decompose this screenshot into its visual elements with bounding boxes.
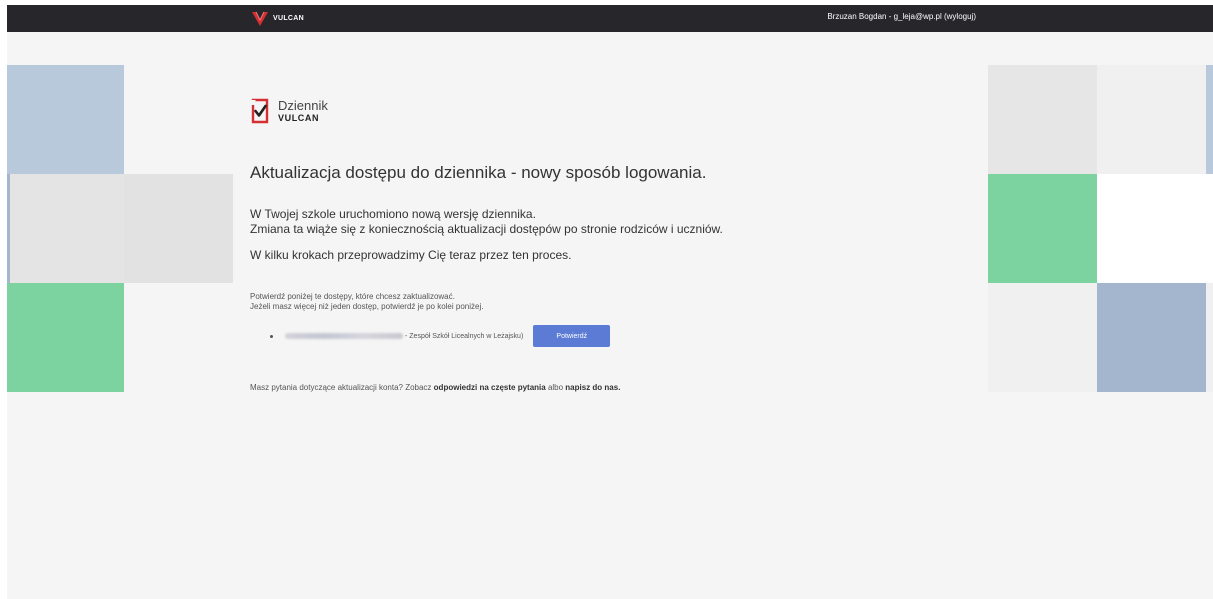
instructions-line-1: Potwierdź poniżej te dostępy, które chce… <box>250 292 455 301</box>
brand-mark <box>250 97 270 125</box>
brand-name: VULCAN <box>273 15 304 22</box>
user-info: Brzuzan Bogdan - g_leja@wp.pl (wyloguj) <box>827 12 976 21</box>
vulcan-logo[interactable]: VULCAN <box>251 10 304 27</box>
lead-line-1: W Twojej szkole uruchomiono nową wersję … <box>250 207 536 221</box>
decor-tile <box>7 65 124 174</box>
bullet <box>270 334 273 338</box>
brand-line-1: Dziennik <box>278 97 328 113</box>
list-item: - Zespół Szkół Licealnych w Leżajsku) Po… <box>250 325 970 347</box>
page: VULCAN Brzuzan Bogdan - g_leja@wp.pl (wy… <box>7 5 1213 599</box>
instructions-line-2: Jeżeli masz więcej niż jeden dostęp, pot… <box>250 302 484 311</box>
dziennik-brand: Dziennik VULCAN <box>250 94 970 128</box>
faq-link[interactable]: odpowiedzi na częste pytania <box>434 383 546 392</box>
vulcan-logo-icon <box>252 11 268 26</box>
lead-text: W Twojej szkole uruchomiono nową wersję … <box>250 207 970 237</box>
lead-line-3: W kilku krokach przeprowadzimy Cię teraz… <box>250 248 572 262</box>
top-bar: VULCAN Brzuzan Bogdan - g_leja@wp.pl (wy… <box>7 5 1213 32</box>
brand-line-2: VULCAN <box>278 112 320 123</box>
faq-middle: albo <box>547 383 564 392</box>
blurred-student-name <box>285 333 403 339</box>
decor-tile <box>7 283 124 392</box>
decor-tile <box>124 174 233 283</box>
logout-link[interactable]: (wyloguj) <box>944 12 976 21</box>
school-name: - Zespół Szkół Licealnych w Leżajsku) <box>405 332 524 340</box>
faq-prefix: Masz pytania dotyczące aktualizacji kont… <box>250 383 432 392</box>
instructions: Potwierdź poniżej te dostępy, które chce… <box>250 292 970 312</box>
decor-tile <box>1206 283 1213 392</box>
decor-tile <box>7 392 233 599</box>
decor-tile <box>988 174 1097 283</box>
decor-tile <box>988 283 1097 392</box>
decor-tile <box>1097 283 1206 392</box>
user-name: Brzuzan Bogdan - g_leja@wp.pl <box>827 12 942 21</box>
page-title: Aktualizacja dostępu do dziennika - nowy… <box>250 163 707 182</box>
lead-line-2: Zmiana ta wiąże się z koniecznością aktu… <box>250 222 723 236</box>
contact-link[interactable]: napisz do nas. <box>565 383 620 392</box>
decor-tile <box>7 174 10 283</box>
faq-text: Masz pytania dotyczące aktualizacji kont… <box>250 383 970 392</box>
decor-tile <box>1097 65 1206 174</box>
decor-tile <box>7 174 124 283</box>
confirm-button[interactable]: Potwierdź <box>533 325 611 347</box>
decor-tile <box>1097 174 1213 283</box>
brand-text: Dziennik VULCAN <box>278 99 328 124</box>
decor-tile <box>1206 65 1213 174</box>
checkbox-check-icon <box>251 98 269 124</box>
main-content: Dziennik VULCAN Aktualizacja dostępu do … <box>250 94 970 393</box>
decor-tile <box>988 65 1097 174</box>
